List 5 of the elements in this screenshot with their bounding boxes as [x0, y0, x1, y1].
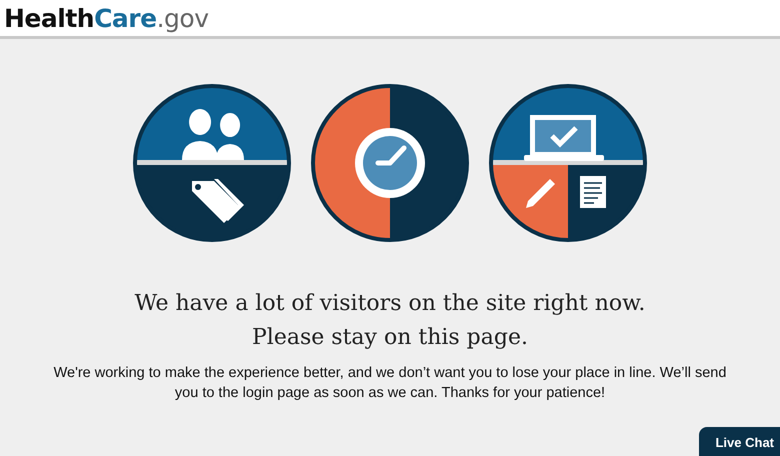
message-text: We're working to make the experience better, and we don’t want you to lose your place in line. We’ll send you to the login page as soon as we can. Thanks for your patience!: [52, 364, 728, 403]
logo-link[interactable]: HealthCare.gov: [4, 4, 208, 32]
live-chat-button[interactable]: Live Chat: [699, 427, 780, 456]
headline-text: We have a lot of visitors on the site right now.: [134, 290, 646, 318]
headline-text: Please stay on this page.: [252, 324, 528, 352]
